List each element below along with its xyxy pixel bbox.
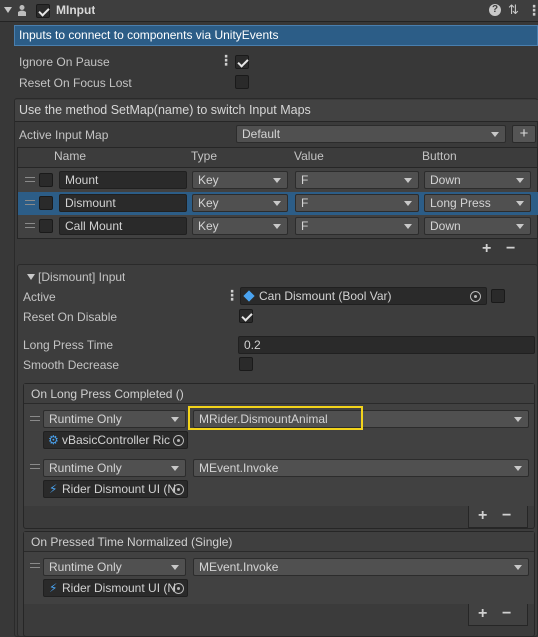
event-bolt-icon: ⚡ — [49, 581, 58, 595]
ignore-on-pause-label: Ignore On Pause — [19, 55, 110, 69]
listener-target-value: vBasicController Ric — [62, 433, 171, 447]
active-map-label: Active Input Map — [19, 128, 109, 142]
listener-target-field[interactable]: ⚡ Rider Dismount UI (N — [43, 480, 188, 498]
row-name-field[interactable]: Call Mount — [59, 217, 187, 235]
reset-disable-label: Reset On Disable — [23, 310, 118, 324]
object-picker-icon[interactable] — [173, 583, 184, 594]
event-header-pressed-time: On Pressed Time Normalized (Single) — [24, 532, 534, 552]
row-enabled-checkbox[interactable] — [39, 196, 53, 210]
component-header: MInput ? ⇅ ⋮ — [0, 0, 538, 22]
drag-handle-icon[interactable] — [25, 200, 35, 205]
drag-handle-icon[interactable] — [30, 416, 40, 421]
row-type-dropdown[interactable]: Key — [192, 194, 288, 212]
object-picker-icon[interactable] — [173, 484, 184, 495]
object-picker-icon[interactable] — [470, 291, 481, 302]
table-add-button[interactable]: + — [482, 240, 491, 258]
event1-remove-listener-button[interactable]: − — [502, 507, 511, 525]
row-enabled-checkbox[interactable] — [39, 173, 53, 187]
component-title: MInput — [56, 3, 96, 17]
row-type-dropdown[interactable]: Key — [192, 217, 288, 235]
event2-add-listener-button[interactable]: + — [478, 605, 487, 623]
script-icon — [16, 4, 28, 17]
row-value-dropdown[interactable]: F — [295, 194, 419, 212]
row-type-dropdown[interactable]: Key — [192, 171, 288, 189]
active-label: Active — [23, 290, 56, 304]
object-picker-icon[interactable] — [173, 435, 184, 446]
preset-settings-icon[interactable]: ⇅ — [508, 2, 519, 18]
row-button-dropdown[interactable]: Down — [424, 171, 531, 189]
row-enabled-checkbox[interactable] — [39, 219, 53, 233]
detail-title: [Dismount] Input — [38, 270, 126, 284]
col-header-value: Value — [294, 149, 324, 163]
event2-remove-listener-button[interactable]: − — [502, 605, 511, 623]
event2-controls-tab — [468, 604, 528, 626]
event1-controls-tab — [468, 506, 528, 528]
reset-focus-label: Reset On Focus Lost — [19, 76, 132, 90]
active-extra-checkbox[interactable] — [491, 289, 505, 303]
row-value-dropdown[interactable]: F — [295, 217, 419, 235]
listener-target-value: Rider Dismount UI (N — [62, 482, 177, 496]
active-map-dropdown[interactable]: Default — [236, 125, 506, 143]
event-header-long-press: On Long Press Completed () — [24, 384, 534, 404]
long-press-field[interactable]: 0.2 — [238, 336, 535, 354]
table-remove-button[interactable]: − — [506, 240, 515, 258]
active-menu-icon[interactable]: ⋮ — [225, 287, 239, 304]
event-bolt-icon: ⚡ — [49, 482, 58, 496]
smooth-decrease-label: Smooth Decrease — [23, 358, 120, 372]
info-banner: Inputs to connect to components via Unit… — [14, 25, 538, 46]
event1-add-listener-button[interactable]: + — [478, 507, 487, 525]
row-name-field[interactable]: Mount — [59, 171, 187, 189]
row-button-dropdown[interactable]: Down — [424, 217, 531, 235]
highlight-box — [188, 406, 363, 430]
listener-target-field[interactable]: ⚙ vBasicController Ric — [43, 431, 188, 449]
controller-icon: ⚙ — [48, 433, 59, 447]
foldout-arrow-icon[interactable] — [27, 274, 35, 280]
listener-function-dropdown[interactable]: MEvent.Invoke — [193, 459, 529, 477]
listener-mode-dropdown[interactable]: Runtime Only — [43, 410, 186, 428]
smooth-decrease-checkbox[interactable] — [239, 357, 253, 371]
listener-target-field[interactable]: ⚡ Rider Dismount UI (N — [43, 579, 188, 597]
active-object-field[interactable]: Can Dismount (Bool Var) — [240, 287, 487, 305]
listener-mode-dropdown[interactable]: Runtime Only — [43, 459, 186, 477]
component-enabled-checkbox[interactable] — [36, 4, 50, 18]
inputs-table-header — [17, 147, 538, 168]
drag-handle-icon[interactable] — [30, 464, 40, 469]
listener-target-value: Rider Dismount UI (N — [62, 581, 177, 595]
foldout-arrow-icon[interactable] — [4, 7, 12, 13]
row-name-field[interactable]: Dismount — [59, 194, 187, 212]
drag-handle-icon[interactable] — [25, 223, 35, 228]
row-button-dropdown[interactable]: Long Press — [424, 194, 531, 212]
long-press-label: Long Press Time — [23, 338, 114, 352]
listener-mode-dropdown[interactable]: Runtime Only — [43, 558, 186, 576]
reset-disable-checkbox[interactable] — [239, 309, 253, 323]
ignore-on-pause-checkbox[interactable] — [235, 55, 249, 69]
bool-var-icon — [243, 290, 255, 302]
input-maps-banner: Use the method SetMap(name) to switch In… — [15, 100, 538, 122]
listener-function-dropdown[interactable]: MEvent.Invoke — [193, 558, 529, 576]
reset-focus-checkbox[interactable] — [235, 75, 249, 89]
drag-handle-icon[interactable] — [30, 563, 40, 568]
add-map-button[interactable]: + — [512, 125, 536, 143]
col-header-type: Type — [191, 149, 218, 163]
more-options-icon[interactable]: ⋮ — [527, 2, 538, 19]
ignore-on-pause-menu-icon[interactable]: ⋮ — [219, 52, 233, 69]
active-object-value: Can Dismount (Bool Var) — [259, 289, 392, 303]
drag-handle-icon[interactable] — [25, 177, 35, 182]
help-icon[interactable]: ? — [489, 4, 501, 16]
row-value-dropdown[interactable]: F — [295, 171, 419, 189]
col-header-button: Button — [422, 149, 457, 163]
col-header-name: Name — [54, 149, 87, 163]
